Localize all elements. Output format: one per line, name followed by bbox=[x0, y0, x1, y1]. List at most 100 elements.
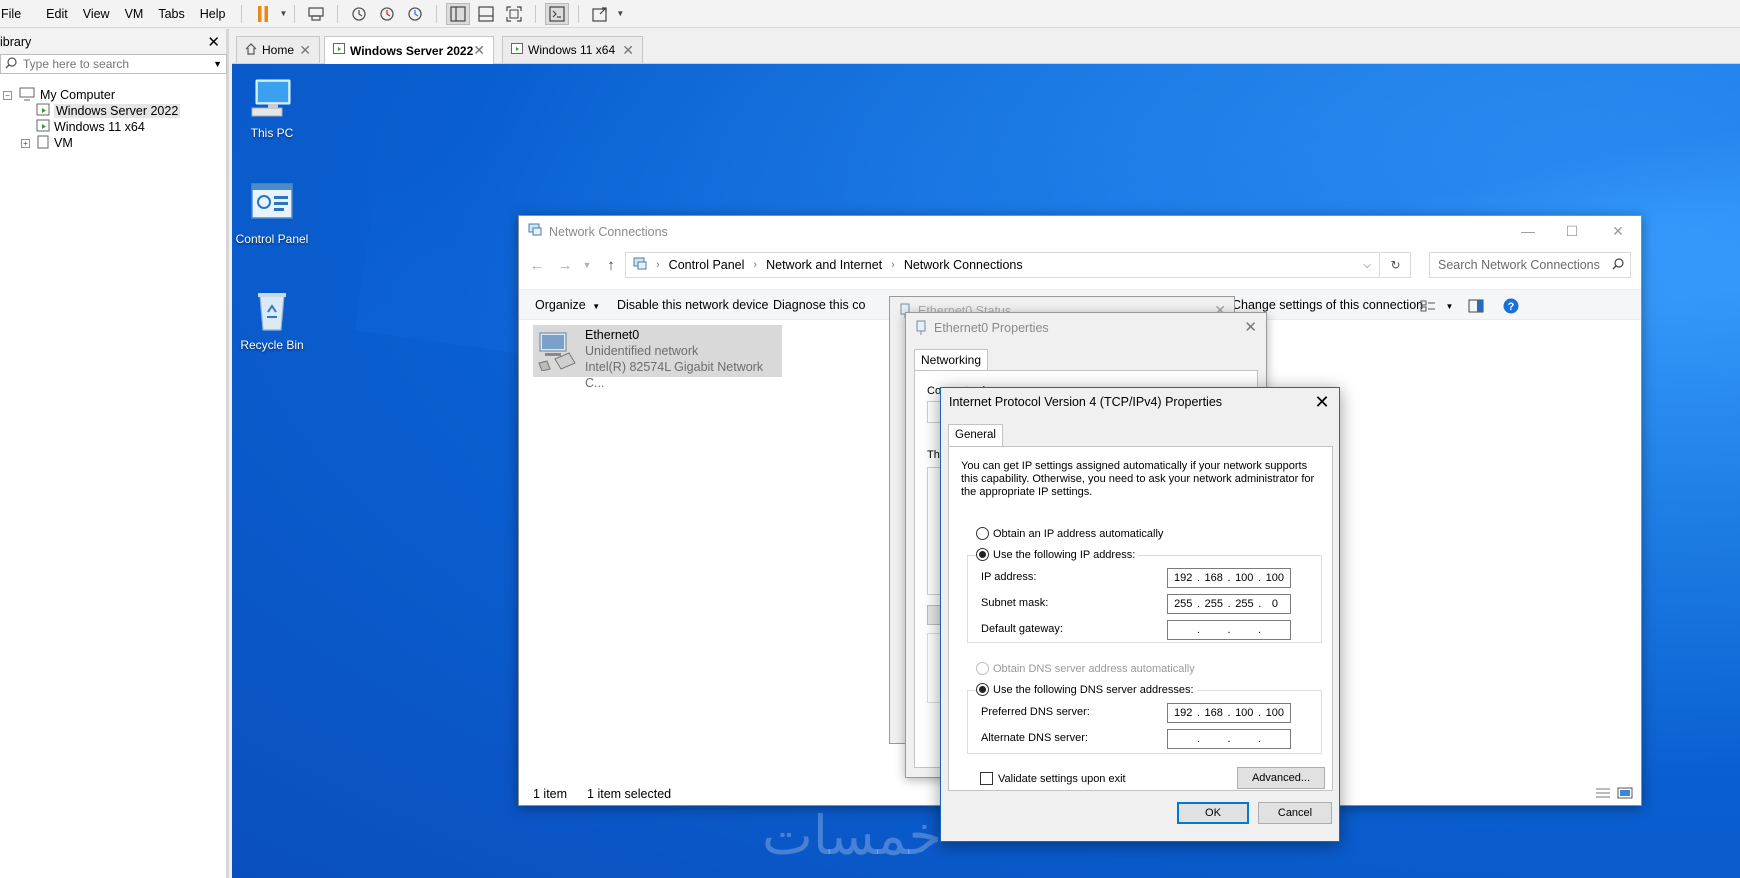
subnet-mask-field[interactable]: 255. 255. 255. 0 bbox=[1167, 594, 1291, 614]
obtain-dns-auto-radio[interactable]: Obtain DNS server address automatically bbox=[976, 662, 1195, 675]
address-row: ← → ▼ ↑ › Control Panel › Network and In… bbox=[519, 250, 1641, 280]
dialog-titlebar[interactable]: Ethernet0 Properties bbox=[906, 313, 1266, 343]
change-view-icon[interactable]: ▼ bbox=[1420, 290, 1453, 321]
advanced-button[interactable]: Advanced... bbox=[1237, 767, 1325, 789]
desktop-icon-this-pc[interactable]: This PC bbox=[232, 74, 312, 140]
default-gateway-field[interactable]: . . . bbox=[1167, 620, 1291, 640]
toolbar-separator bbox=[436, 4, 438, 23]
chevron-down-icon[interactable]: ⌵ bbox=[1363, 260, 1371, 271]
expand-icon[interactable]: + bbox=[21, 138, 30, 148]
radio-button[interactable] bbox=[976, 527, 989, 540]
cancel-button[interactable]: Cancel bbox=[1258, 802, 1332, 824]
search-field-placeholder: Search Network Connections bbox=[1438, 258, 1600, 272]
tab-home[interactable]: Home ✕ bbox=[236, 36, 320, 63]
radio-button[interactable] bbox=[976, 662, 989, 675]
close-icon[interactable]: ✕ bbox=[1595, 216, 1641, 247]
adapter-name: Ethernet0 bbox=[585, 328, 640, 342]
ip-octet: 100 bbox=[1265, 707, 1284, 719]
snapshot-icon[interactable] bbox=[347, 3, 371, 25]
desktop-icon-recycle-bin[interactable]: Recycle Bin bbox=[232, 286, 312, 352]
ok-button[interactable]: OK bbox=[1177, 802, 1249, 824]
refresh-icon[interactable]: ↻ bbox=[1381, 252, 1411, 278]
menu-help[interactable]: Help bbox=[194, 7, 235, 21]
close-icon[interactable]: ✕ bbox=[1244, 318, 1257, 336]
organize-button[interactable]: Organize ▼ bbox=[535, 290, 600, 321]
tree-item-my-computer[interactable]: − My Computer bbox=[3, 87, 115, 103]
maximize-icon[interactable]: ☐ bbox=[1549, 216, 1595, 247]
validate-settings-checkbox[interactable]: Validate settings upon exit bbox=[980, 772, 1126, 785]
breadcrumb-separator: › bbox=[753, 259, 758, 271]
close-icon[interactable]: ✕ bbox=[622, 42, 634, 59]
ip-address-field[interactable]: 192. 168. 100. 100 bbox=[1167, 568, 1291, 588]
tab-windows-server-2022[interactable]: Windows Server 2022 ✕ bbox=[324, 36, 494, 64]
ip-dot: . bbox=[1227, 572, 1231, 584]
obtain-ip-auto-radio[interactable]: Obtain an IP address automatically bbox=[976, 527, 1163, 540]
help-icon[interactable]: ? bbox=[1503, 290, 1519, 321]
tree-item-windows-server-2022[interactable]: Windows Server 2022 bbox=[36, 103, 181, 120]
breadcrumb-separator: › bbox=[891, 259, 895, 271]
ip-address-label: IP address: bbox=[981, 571, 1037, 583]
use-following-ip-radio[interactable]: Use the following IP address: bbox=[976, 548, 1139, 561]
details-view-icon[interactable] bbox=[1595, 787, 1611, 802]
tab-networking[interactable]: Networking bbox=[914, 349, 989, 371]
ip-dot: . bbox=[1197, 598, 1201, 610]
tree-item-windows-11-x64[interactable]: Windows 11 x64 bbox=[36, 119, 145, 135]
alternate-dns-field[interactable]: . . . bbox=[1167, 729, 1291, 749]
chevron-down-icon[interactable]: ▼ bbox=[279, 9, 287, 18]
collapse-icon[interactable]: − bbox=[3, 90, 12, 100]
full-screen-icon[interactable] bbox=[502, 3, 526, 25]
up-arrow-icon[interactable]: ↑ bbox=[597, 257, 625, 274]
menu-file[interactable]: File bbox=[0, 7, 30, 21]
breadcrumb-network-connections[interactable]: Network Connections bbox=[904, 258, 1023, 272]
tab-general[interactable]: General bbox=[948, 424, 1003, 447]
checkbox[interactable] bbox=[980, 772, 993, 785]
network-properties-icon bbox=[914, 320, 928, 339]
use-following-dns-radio[interactable]: Use the following DNS server addresses: bbox=[976, 683, 1197, 696]
show-library-icon[interactable] bbox=[446, 2, 471, 25]
minimize-icon[interactable]: — bbox=[1505, 216, 1551, 247]
ethernet0-adapter[interactable]: Ethernet0 Unidentified network Intel(R) … bbox=[533, 325, 782, 390]
pause-icon[interactable] bbox=[251, 3, 275, 25]
large-icons-view-icon[interactable] bbox=[1617, 787, 1633, 802]
library-search-input[interactable] bbox=[17, 57, 214, 71]
console-view-icon[interactable] bbox=[545, 2, 570, 25]
address-bar[interactable]: › Control Panel › Network and Internet ›… bbox=[625, 252, 1380, 278]
search-network-connections[interactable]: Search Network Connections bbox=[1429, 252, 1631, 278]
preferred-dns-field[interactable]: 192. 168. 100. 100 bbox=[1167, 703, 1291, 723]
send-ctrl-alt-del-icon[interactable] bbox=[304, 3, 328, 25]
menu-tabs[interactable]: Tabs bbox=[152, 7, 193, 21]
menu-edit[interactable]: Edit bbox=[30, 7, 77, 21]
dialog-titlebar[interactable]: Internet Protocol Version 4 (TCP/IPv4) P… bbox=[941, 388, 1339, 416]
stretch-guest-icon[interactable] bbox=[588, 3, 612, 25]
this-pc-icon bbox=[248, 74, 296, 122]
thumbnail-bar-icon[interactable] bbox=[474, 3, 498, 25]
vm-running-icon bbox=[36, 119, 50, 136]
back-arrow-icon[interactable]: ← bbox=[523, 257, 551, 274]
vm-running-icon bbox=[36, 103, 50, 120]
tab-windows-11-x64[interactable]: Windows 11 x64 ✕ bbox=[502, 36, 643, 63]
close-icon[interactable]: ✕ bbox=[299, 42, 311, 59]
radio-button[interactable] bbox=[976, 683, 989, 696]
window-titlebar[interactable]: Network Connections bbox=[519, 216, 1641, 247]
radio-button[interactable] bbox=[976, 548, 989, 561]
ip-settings-description: You can get IP settings assigned automat… bbox=[961, 460, 1315, 498]
desktop-icon-control-panel[interactable]: Control Panel bbox=[232, 180, 312, 246]
close-icon[interactable]: ✕ bbox=[207, 33, 220, 51]
diagnose-connection-button[interactable]: Diagnose this co bbox=[773, 290, 865, 321]
close-icon[interactable]: ✕ bbox=[1305, 388, 1339, 416]
breadcrumb-control-panel[interactable]: Control Panel bbox=[669, 258, 745, 272]
chevron-down-icon[interactable]: ▼ bbox=[616, 9, 624, 18]
ipv4-properties-dialog[interactable]: Internet Protocol Version 4 (TCP/IPv4) P… bbox=[940, 387, 1340, 842]
disable-device-button[interactable]: Disable this network device bbox=[617, 290, 768, 321]
chevron-down-icon[interactable]: ▼ bbox=[213, 59, 222, 69]
computer-icon bbox=[19, 87, 35, 104]
menu-view[interactable]: View bbox=[77, 7, 119, 21]
tree-item-vm[interactable]: + VM bbox=[21, 135, 73, 151]
checkbox-label: Validate settings upon exit bbox=[998, 772, 1126, 785]
preview-pane-icon[interactable] bbox=[1468, 290, 1484, 321]
revert-snapshot-icon[interactable] bbox=[375, 3, 399, 25]
snapshot-manager-icon[interactable] bbox=[403, 3, 427, 25]
menu-vm[interactable]: VM bbox=[119, 7, 153, 21]
close-icon[interactable]: ✕ bbox=[473, 42, 485, 59]
breadcrumb-network-and-internet[interactable]: Network and Internet bbox=[766, 258, 882, 272]
